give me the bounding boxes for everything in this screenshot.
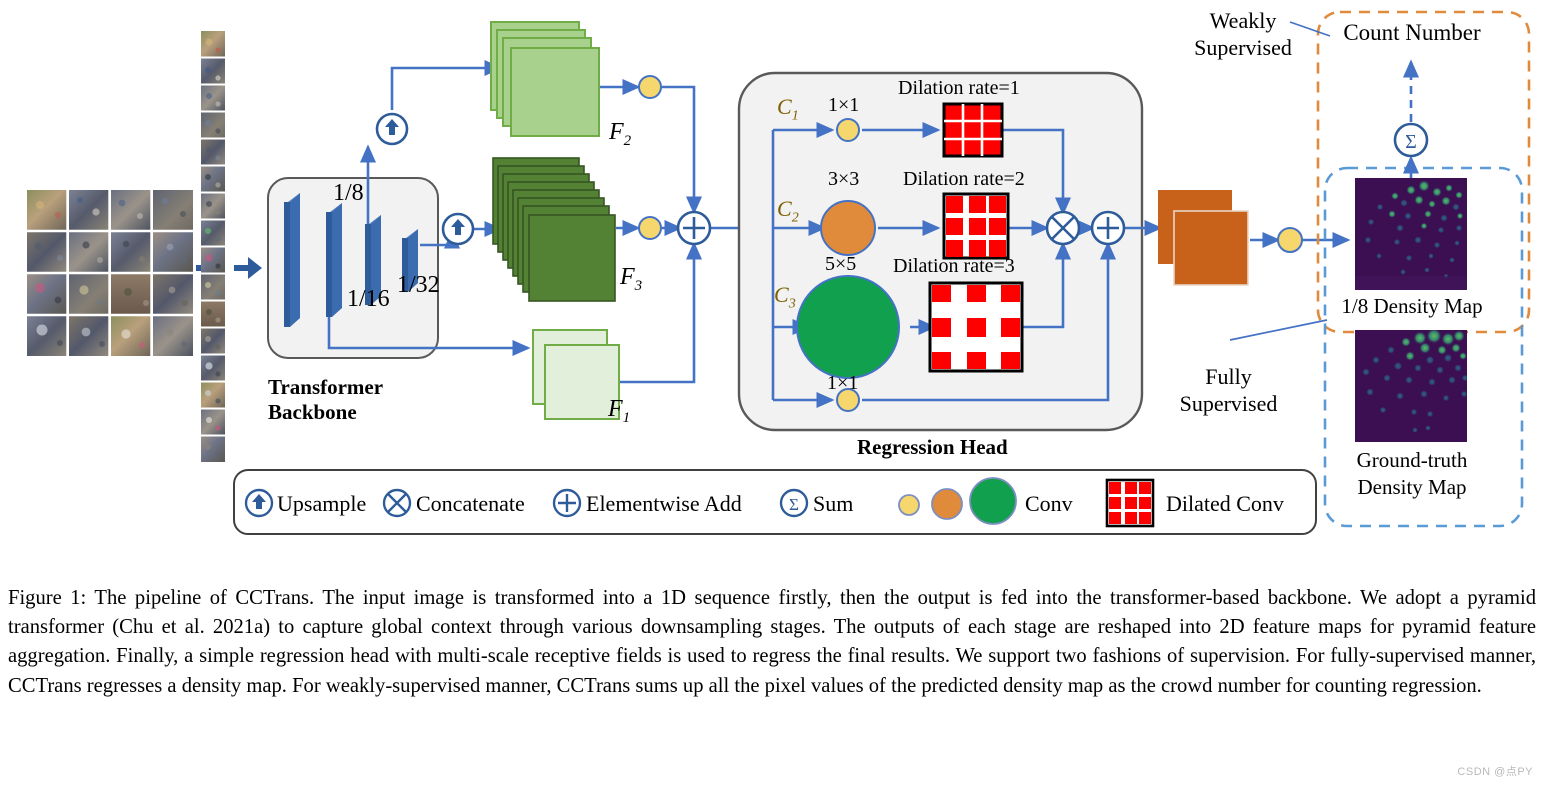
backbone-title-line2: Backbone bbox=[268, 400, 357, 424]
output-conv-node bbox=[1277, 227, 1303, 253]
weakly-supervised-label-line2: Supervised bbox=[1194, 35, 1292, 60]
c3-sub: 3 bbox=[788, 296, 796, 312]
dilation-label-2: Dilation rate=2 bbox=[903, 168, 1025, 190]
figure-caption-text: Figure 1: The pipeline of CCTrans. The i… bbox=[8, 587, 1536, 697]
kernel-label-5x5: 5×5 bbox=[825, 253, 857, 275]
dilated-conv-rate3-icon bbox=[928, 281, 1024, 373]
kernel-label-3x3: 3×3 bbox=[828, 168, 860, 190]
c1-base: C bbox=[777, 94, 792, 119]
legend-sum-icon: Σ bbox=[779, 488, 809, 518]
kernel-label-1x1-top: 1×1 bbox=[828, 94, 860, 116]
legend-label-sum: Sum bbox=[813, 491, 854, 516]
legend-label-concatenate: Concatenate bbox=[416, 491, 525, 516]
f3-sub: 3 bbox=[634, 277, 643, 294]
legend-concatenate-icon bbox=[382, 488, 412, 518]
regression-head-panel bbox=[737, 71, 1144, 432]
f1-base: F bbox=[608, 396, 623, 422]
f1-sub: 1 bbox=[622, 409, 631, 426]
legend-label-upsample: Upsample bbox=[277, 491, 367, 516]
legend-label-dilated-conv: Dilated Conv bbox=[1166, 491, 1284, 516]
channel-label-c2: C2 bbox=[777, 196, 799, 226]
concatenate-node bbox=[1045, 210, 1081, 246]
conv-1x1-c1-node bbox=[836, 118, 860, 142]
pipeline-diagram: Σ Σ bbox=[27, 10, 1531, 535]
regression-head-title: Regression Head bbox=[857, 435, 1008, 459]
sum-node: Σ bbox=[1393, 122, 1429, 158]
conv-node-f3 bbox=[638, 216, 662, 240]
kernel-label-1x1-bottom: 1×1 bbox=[827, 372, 859, 394]
backbone-stage-label-1: 1/8 bbox=[333, 180, 364, 206]
predicted-density-map bbox=[1355, 178, 1467, 290]
groundtruth-label-line2: Density Map bbox=[1357, 475, 1467, 499]
c1-sub: 1 bbox=[791, 108, 799, 124]
watermark: CSDN @点PY bbox=[1457, 766, 1533, 778]
dilation-label-1: Dilation rate=1 bbox=[898, 77, 1020, 99]
head-elementwise-add-node bbox=[1090, 210, 1126, 246]
dilated-conv-rate2-icon bbox=[942, 192, 1010, 260]
fully-supervised-label-line1: Fully bbox=[1205, 364, 1252, 389]
conv-3x3-c2-node bbox=[820, 200, 876, 256]
legend-label-conv: Conv bbox=[1025, 491, 1073, 516]
f2-base: F bbox=[609, 119, 624, 145]
count-number-label: Count Number bbox=[1343, 20, 1481, 45]
backbone-stage-label-2: 1/16 bbox=[347, 286, 390, 312]
sequence-strip bbox=[201, 31, 225, 471]
feature-label-f1: F1 bbox=[608, 396, 630, 427]
density-map-label: 1/8 Density Map bbox=[1341, 294, 1483, 318]
upsample-icon-2 bbox=[441, 212, 475, 246]
output-feature-stack bbox=[1158, 190, 1249, 286]
feature-stack-f1 bbox=[532, 329, 620, 420]
fully-supervised-label-line2: Supervised bbox=[1179, 391, 1278, 416]
feature-label-f3: F3 bbox=[620, 264, 642, 295]
backbone-stage-1 bbox=[284, 193, 300, 327]
svg-text:Σ: Σ bbox=[1405, 131, 1417, 153]
c2-base: C bbox=[777, 196, 792, 221]
feature-label-f2: F2 bbox=[609, 119, 631, 150]
elementwise-add-node bbox=[676, 210, 712, 246]
c2-sub: 2 bbox=[791, 210, 799, 226]
legend-dilated-conv-icon bbox=[1105, 478, 1155, 528]
backbone-title-line1: Transformer bbox=[268, 375, 384, 399]
figure-caption: Figure 1: The pipeline of CCTrans. The i… bbox=[8, 584, 1536, 701]
groundtruth-density-map bbox=[1355, 330, 1467, 442]
dilated-conv-rate1-icon bbox=[942, 102, 1004, 158]
legend-upsample-icon bbox=[244, 488, 274, 518]
f2-sub: 2 bbox=[623, 132, 632, 149]
legend-label-elementwise-add: Elementwise Add bbox=[586, 491, 742, 516]
weakly-supervised-label-line1: Weakly bbox=[1209, 8, 1277, 33]
figure-canvas: Σ Σ 1/8 1/16 1/32 Transformer Backbone F… bbox=[0, 0, 1545, 785]
channel-label-c1: C1 bbox=[777, 94, 799, 124]
groundtruth-label-line1: Ground-truth bbox=[1356, 448, 1468, 472]
arrow-sequence-to-backbone bbox=[234, 257, 262, 279]
supervision-leader-lines bbox=[1229, 21, 1331, 341]
input-image-grid bbox=[27, 190, 193, 356]
backbone-stage-label-3: 1/32 bbox=[397, 272, 440, 298]
feature-stack-f3 bbox=[492, 157, 616, 302]
conv-5x5-c3-node bbox=[796, 275, 900, 379]
svg-text:Σ: Σ bbox=[789, 495, 799, 514]
legend-elementwise-add-icon bbox=[552, 488, 582, 518]
channel-label-c3: C3 bbox=[774, 282, 796, 312]
dilation-label-3: Dilation rate=3 bbox=[893, 255, 1015, 277]
conv-node-f2 bbox=[638, 75, 662, 99]
c3-base: C bbox=[774, 282, 789, 307]
feature-stack-f2 bbox=[490, 21, 600, 137]
backbone-stage-2 bbox=[326, 203, 342, 317]
upsample-icon-1 bbox=[375, 112, 409, 146]
f3-base: F bbox=[620, 264, 635, 290]
